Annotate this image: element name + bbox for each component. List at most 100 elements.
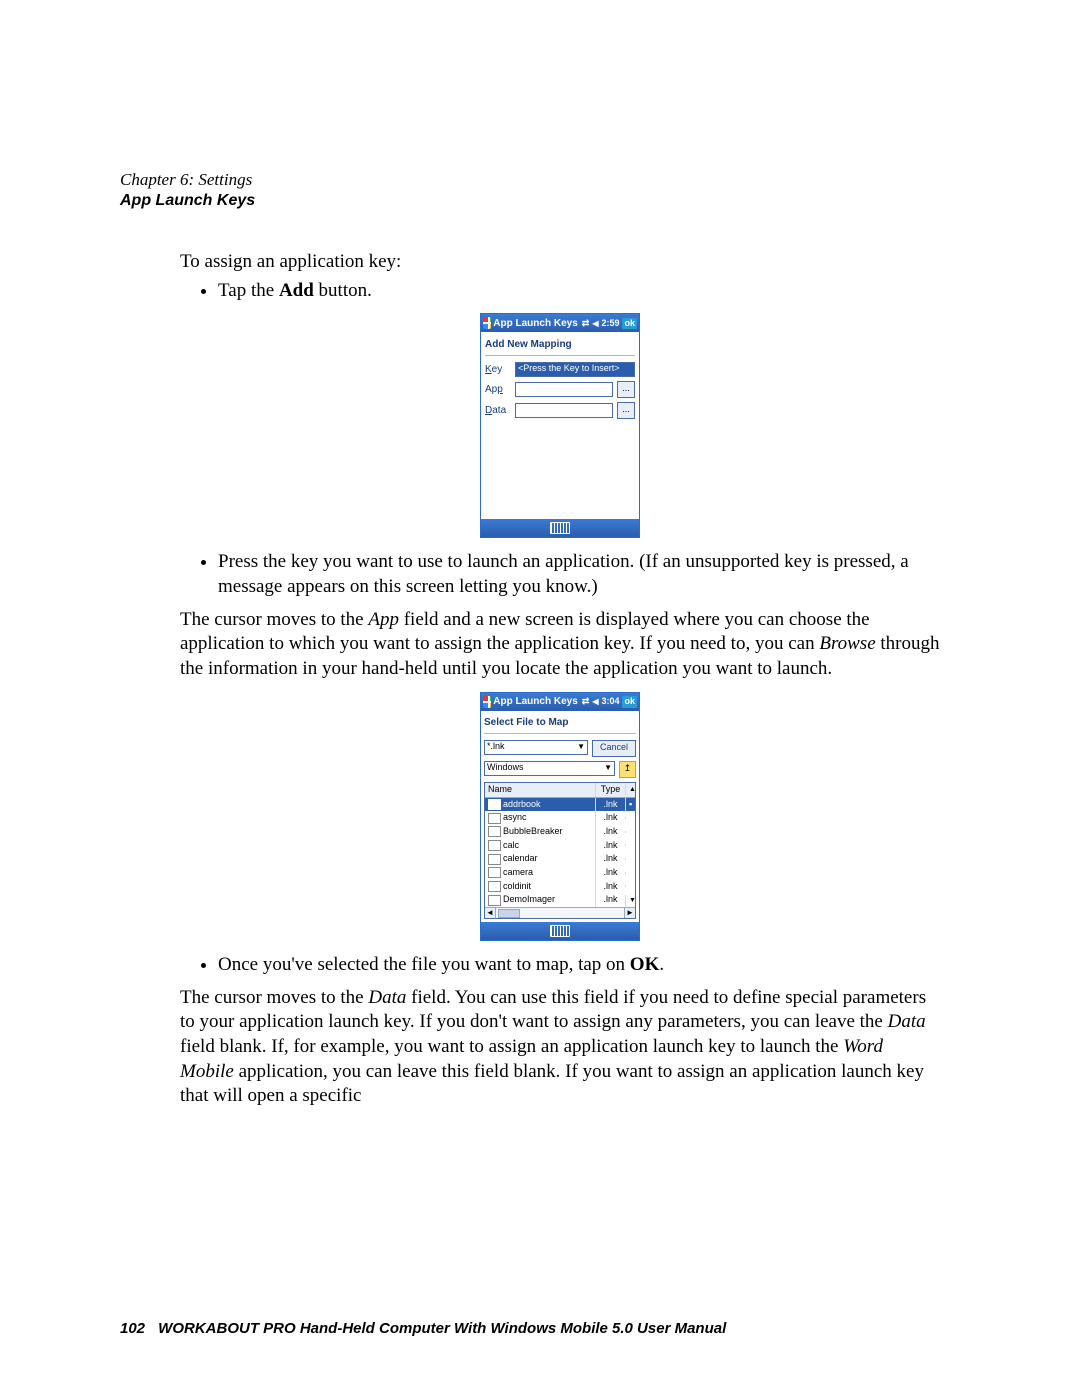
- hscrollbar[interactable]: ◄ ►: [485, 907, 635, 918]
- file-name-text: BubbleBreaker: [503, 826, 563, 838]
- file-name-text: calc: [503, 840, 519, 852]
- window-title: App Launch Keys: [493, 695, 577, 708]
- file-row[interactable]: BubbleBreaker.lnk: [485, 825, 635, 839]
- file-type-cell: .lnk: [595, 852, 625, 866]
- key-label: Key: [485, 363, 511, 376]
- bullet-add-bold: Add: [279, 280, 314, 301]
- para2-i2: Browse: [819, 633, 875, 654]
- bullet-add: Tap the Add button.: [218, 279, 940, 304]
- para3-c: field blank. If, for example, you want t…: [180, 1036, 843, 1057]
- file-row[interactable]: camera.lnk: [485, 866, 635, 880]
- keyboard-icon[interactable]: [550, 522, 570, 534]
- file-name-text: async: [503, 812, 527, 824]
- vscroll-track: [625, 817, 635, 819]
- vscroll-track: [625, 858, 635, 860]
- panel-heading: Select File to Map: [484, 714, 636, 734]
- file-name-cell: addrbook: [485, 798, 595, 812]
- page-footer: 102 WORKABOUT PRO Hand-Held Computer Wit…: [120, 1320, 726, 1337]
- chevron-down-icon: ▼: [577, 742, 585, 752]
- file-name-cell: DemoImager: [485, 893, 595, 907]
- file-name-text: DemoImager: [503, 894, 555, 906]
- para2-i1: App: [368, 609, 399, 630]
- file-name-cell: camera: [485, 866, 595, 880]
- file-row[interactable]: calc .lnk: [485, 839, 635, 853]
- data-browse-button[interactable]: ...: [617, 402, 635, 419]
- file-row[interactable]: addrbook .lnk▪: [485, 798, 635, 812]
- start-icon[interactable]: [483, 317, 491, 329]
- para3-i1: Data: [368, 987, 406, 1008]
- file-row[interactable]: calendar .lnk: [485, 852, 635, 866]
- bullet-press-key: Press the key you want to use to launch …: [218, 550, 940, 599]
- up-folder-button[interactable]: ↥: [619, 761, 636, 778]
- clock-text: 2:59: [601, 318, 619, 330]
- file-icon: [488, 826, 501, 837]
- file-name-cell: BubbleBreaker: [485, 825, 595, 839]
- app-input[interactable]: [515, 382, 613, 397]
- bullet-add-post: button.: [314, 280, 372, 301]
- vscroll-track: [625, 844, 635, 846]
- chevron-down-icon: ▼: [604, 763, 612, 773]
- ok-button[interactable]: ok: [622, 318, 637, 330]
- vscroll-track: [625, 872, 635, 874]
- volume-icon[interactable]: [592, 318, 598, 330]
- filter-dropdown[interactable]: *.lnk ▼: [484, 740, 588, 755]
- scroll-right-button[interactable]: ►: [624, 908, 635, 918]
- screenshot-add-mapping: App Launch Keys 2:59 ok Add New Mapping …: [480, 313, 640, 538]
- data-input[interactable]: [515, 403, 613, 418]
- file-type-cell: .lnk: [595, 798, 625, 812]
- keyboard-icon[interactable]: [550, 925, 570, 937]
- network-icon[interactable]: [582, 696, 590, 708]
- para3-a: The cursor moves to the: [180, 987, 368, 1008]
- file-name-text: addrbook: [503, 799, 541, 811]
- hscroll-thumb[interactable]: [498, 909, 520, 918]
- file-type-cell: .lnk: [595, 839, 625, 853]
- file-name-cell: coldinit: [485, 880, 595, 894]
- para3-d: application, you can leave this field bl…: [180, 1061, 924, 1107]
- file-row[interactable]: coldinit.lnk: [485, 880, 635, 894]
- file-icon: [488, 813, 501, 824]
- panel-heading: Add New Mapping: [485, 336, 635, 356]
- file-name-text: coldinit: [503, 881, 531, 893]
- file-icon: [488, 867, 501, 878]
- key-input[interactable]: <Press the Key to Insert>: [515, 362, 635, 377]
- file-type-cell: .lnk: [595, 866, 625, 880]
- scroll-down-button[interactable]: ▼: [625, 895, 635, 906]
- file-row[interactable]: async .lnk: [485, 811, 635, 825]
- file-icon: [488, 840, 501, 851]
- filter-value: *.lnk: [487, 741, 505, 753]
- network-icon[interactable]: [582, 318, 590, 330]
- intro-text: To assign an application key:: [180, 250, 940, 275]
- app-label: App: [485, 383, 511, 396]
- file-type-cell: .lnk: [595, 893, 625, 907]
- folder-dropdown[interactable]: Windows ▼: [484, 761, 615, 776]
- volume-icon[interactable]: [592, 696, 598, 708]
- para3-i2: Data: [888, 1011, 926, 1032]
- scroll-up-button[interactable]: ▲: [625, 784, 635, 795]
- file-name-text: calendar: [503, 853, 538, 865]
- bullet-tap-ok: Once you've selected the file you want t…: [218, 953, 940, 978]
- file-table: Name Type ▲ addrbook.lnk▪async.lnkBubble…: [484, 782, 636, 919]
- ok-button[interactable]: ok: [622, 696, 637, 708]
- bullet3-pre: Once you've selected the file you want t…: [218, 954, 630, 975]
- file-name-cell: calendar: [485, 852, 595, 866]
- col-name-header[interactable]: Name: [485, 783, 595, 797]
- file-name-cell: async: [485, 811, 595, 825]
- bullet-add-pre: Tap the: [218, 280, 279, 301]
- file-type-cell: .lnk: [595, 811, 625, 825]
- data-label: Data: [485, 404, 511, 417]
- vscroll-track: [625, 831, 635, 833]
- file-icon: [488, 799, 501, 810]
- vscroll-thumb[interactable]: ▪: [625, 798, 635, 812]
- scroll-left-button[interactable]: ◄: [485, 908, 496, 918]
- col-type-header[interactable]: Type: [595, 783, 625, 797]
- para-app-field: The cursor moves to the App field and a …: [180, 608, 940, 682]
- cancel-button[interactable]: Cancel: [592, 740, 636, 757]
- file-row[interactable]: DemoImager .lnk▼: [485, 893, 635, 907]
- app-browse-button[interactable]: ...: [617, 381, 635, 398]
- para2-a: The cursor moves to the: [180, 609, 368, 630]
- file-icon: [488, 881, 501, 892]
- screenshot-select-file: App Launch Keys 3:04 ok Select File to M…: [480, 692, 640, 941]
- start-icon[interactable]: [483, 696, 491, 708]
- section-header: App Launch Keys: [120, 192, 960, 210]
- bullet3-post: .: [659, 954, 664, 975]
